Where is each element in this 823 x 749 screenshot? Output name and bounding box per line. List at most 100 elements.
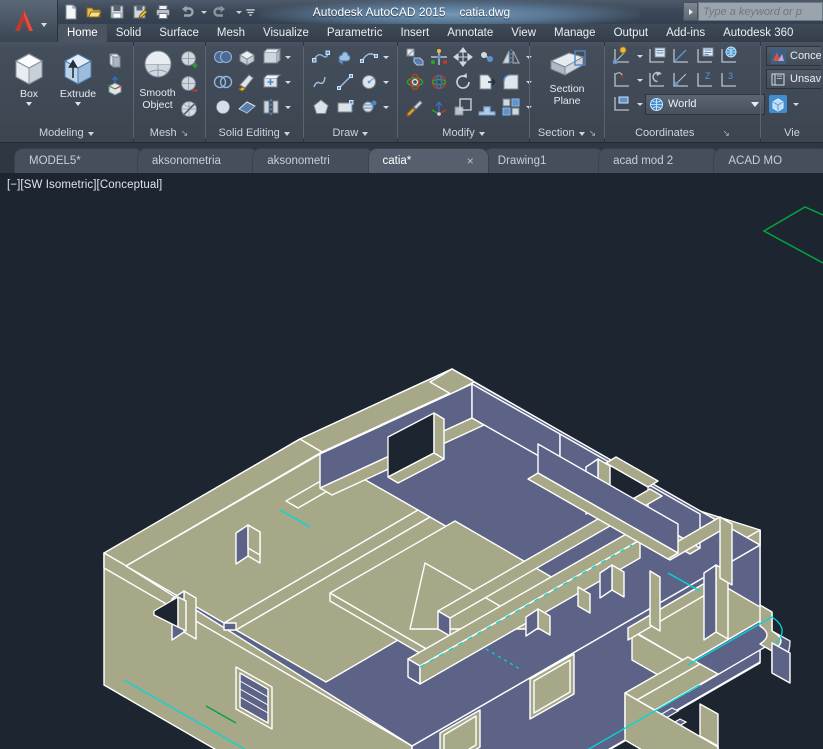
ribbon-tab-home[interactable]: Home xyxy=(58,24,107,42)
mirror-button[interactable] xyxy=(499,45,523,69)
intersect-button[interactable] xyxy=(211,95,235,119)
ucs-2point-button[interactable] xyxy=(669,44,693,68)
3d-scale-button[interactable] xyxy=(427,95,451,119)
doc-tab-acadmod2[interactable]: acad mod 2 xyxy=(598,148,720,173)
circle-button[interactable] xyxy=(357,70,381,94)
doc-tab-drawing1[interactable]: Drawing1 xyxy=(482,148,605,173)
union-button[interactable] xyxy=(211,45,235,69)
z-axis-vector-button[interactable]: Z xyxy=(693,68,717,92)
break-button[interactable] xyxy=(475,45,499,69)
print-icon[interactable] xyxy=(152,2,174,23)
panel-modeling-chevron-icon[interactable] xyxy=(87,131,94,136)
panel-modify-chevron-icon[interactable] xyxy=(478,131,485,136)
ucs-origin-button[interactable] xyxy=(610,44,634,68)
panel-coordinates-dialog-launcher-icon[interactable]: ↘ xyxy=(722,125,730,142)
search-dropdown-button[interactable] xyxy=(683,2,698,21)
drawing-viewport[interactable]: [−][SW Isometric][Conceptual] .tf { fill… xyxy=(0,173,823,749)
shell-button[interactable] xyxy=(235,95,259,119)
ucs-settings-button[interactable] xyxy=(693,44,717,68)
move-button[interactable] xyxy=(451,45,475,69)
panel-draw-chevron-icon[interactable] xyxy=(362,131,369,136)
extrude-solid-button[interactable] xyxy=(475,70,499,94)
named-view-button[interactable]: Unsav xyxy=(766,69,821,89)
undo-dropdown-icon[interactable] xyxy=(198,2,209,23)
viewport-label[interactable]: [−][SW Isometric][Conceptual] xyxy=(7,179,162,191)
ribbon-tab-output[interactable]: Output xyxy=(605,24,658,42)
hatch-button[interactable] xyxy=(357,95,381,119)
ribbon-tab-addins[interactable]: Add-ins xyxy=(657,24,714,42)
redo-icon[interactable] xyxy=(210,2,232,23)
viewcube-button[interactable] xyxy=(766,92,790,116)
doc-tab-aksonometri[interactable]: aksonometri xyxy=(252,148,374,173)
world-ucs-button[interactable] xyxy=(717,44,741,68)
x-axis-rotate-button[interactable]: x xyxy=(610,68,634,92)
ribbon-tab-manage[interactable]: Manage xyxy=(545,24,605,42)
search-field[interactable] xyxy=(699,3,822,20)
scale-button[interactable] xyxy=(451,95,475,119)
polyline-button[interactable] xyxy=(309,45,333,69)
doc-tab-aksonometria[interactable]: aksonometria xyxy=(136,148,259,173)
clean-button[interactable] xyxy=(235,70,259,94)
line-button[interactable] xyxy=(333,70,357,94)
panel-title-mesh[interactable]: Mesh ↘ xyxy=(136,125,203,142)
save-as-icon[interactable] xyxy=(129,2,151,23)
panel-title-coordinates[interactable]: Coordinates ↘ xyxy=(607,125,758,142)
rectangle-button[interactable] xyxy=(333,95,357,119)
slice-button[interactable] xyxy=(259,95,283,119)
presspull-button[interactable] xyxy=(103,49,127,73)
array-button[interactable] xyxy=(499,95,523,119)
ucs-combo[interactable]: World xyxy=(645,93,765,115)
ribbon-tab-visualize[interactable]: Visualize xyxy=(254,24,318,42)
named-ucs-button[interactable] xyxy=(645,44,669,68)
panel-mesh-dialog-launcher-icon[interactable]: ↘ xyxy=(181,125,189,142)
panel-title-view[interactable]: Vie xyxy=(763,125,821,142)
match-properties-button[interactable] xyxy=(403,95,427,119)
ribbon-tab-parametric[interactable]: Parametric xyxy=(318,24,392,42)
arc-button[interactable] xyxy=(357,45,381,69)
smooth-object-button[interactable]: Smooth Object xyxy=(139,45,177,111)
revision-cloud-button[interactable] xyxy=(333,45,357,69)
x-axis-rotate-dropdown-icon[interactable] xyxy=(634,68,645,92)
visual-style-button[interactable]: Conce xyxy=(766,46,821,66)
panel-title-draw[interactable]: Draw xyxy=(306,125,395,142)
3d-rotate-button[interactable] xyxy=(403,70,427,94)
rotate-button[interactable] xyxy=(451,70,475,94)
panel-section-chevron-icon[interactable] xyxy=(578,131,585,136)
ucs-view-button[interactable] xyxy=(610,92,634,116)
undo-icon[interactable] xyxy=(175,2,197,23)
imprint-button[interactable] xyxy=(259,70,283,94)
ucs-view-dropdown-icon[interactable] xyxy=(634,92,645,116)
panel-section-dialog-launcher-icon[interactable]: ↘ xyxy=(589,125,597,142)
3d-array-button[interactable] xyxy=(403,45,427,69)
fillet-button[interactable] xyxy=(499,70,523,94)
panel-title-modify[interactable]: Modify xyxy=(400,125,527,142)
ucs-3point-button[interactable]: 3 xyxy=(717,68,741,92)
ucs-previous-button[interactable] xyxy=(645,68,669,92)
box-dropdown-icon[interactable] xyxy=(26,102,32,106)
customize-qat-icon[interactable] xyxy=(245,2,256,23)
application-menu-button[interactable] xyxy=(0,0,58,42)
solid-history-button[interactable] xyxy=(259,45,283,69)
smooth-more-button[interactable] xyxy=(178,47,202,71)
smooth-less-button[interactable] xyxy=(178,72,202,96)
ucs-combo-chevron-icon[interactable] xyxy=(751,101,759,107)
panel-title-solid-editing[interactable]: Solid Editing xyxy=(208,125,301,142)
arc-dropdown-icon[interactable] xyxy=(381,45,392,69)
solid-history-dropdown-icon[interactable] xyxy=(283,45,294,69)
viewcube-dropdown-icon[interactable] xyxy=(790,92,801,116)
3d-move-gizmo-button[interactable] xyxy=(103,74,127,98)
ribbon-tab-annotate[interactable]: Annotate xyxy=(438,24,502,42)
panel-title-modeling[interactable]: Modeling xyxy=(2,125,131,142)
slice-dropdown-icon[interactable] xyxy=(283,95,294,119)
new-file-icon[interactable] xyxy=(60,2,82,23)
ucs-face-button[interactable] xyxy=(669,68,693,92)
imprint-dropdown-icon[interactable] xyxy=(283,70,294,94)
doc-tab-catia[interactable]: catia* × xyxy=(367,148,489,174)
3d-align-button[interactable] xyxy=(427,70,451,94)
hatch-dropdown-icon[interactable] xyxy=(381,95,392,119)
doc-tab-catia-close-icon[interactable]: × xyxy=(467,149,474,174)
ribbon-tab-solid[interactable]: Solid xyxy=(107,24,151,42)
sweep-button[interactable] xyxy=(475,95,499,119)
application-menu-chevron-icon[interactable] xyxy=(41,23,47,27)
panel-solid-editing-chevron-icon[interactable] xyxy=(283,131,290,136)
